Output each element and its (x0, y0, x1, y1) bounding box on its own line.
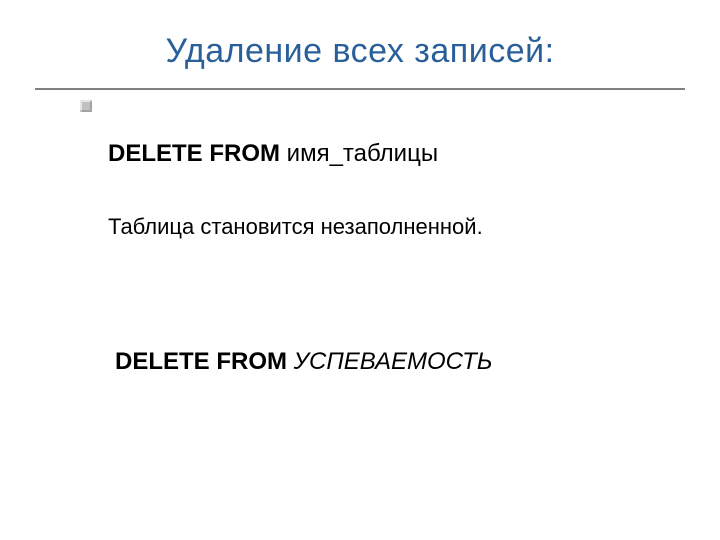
title-area: Удаление всех записей: (0, 32, 720, 71)
horizontal-rule (35, 88, 685, 90)
keyword-delete-from-example: DELETE FROM (115, 348, 287, 375)
example-argument: УСПЕВАЕМОСТЬ (287, 348, 492, 375)
example-line: DELETE FROM УСПЕВАЕМОСТЬ (115, 348, 492, 376)
syntax-line: DELETE FROM имя_таблицы (108, 140, 438, 168)
slide: Удаление всех записей: DELETE FROM имя_т… (0, 0, 720, 540)
bullet-icon (80, 100, 92, 112)
slide-title: Удаление всех записей: (165, 32, 554, 70)
description-line: Таблица становится незаполненной. (108, 214, 483, 240)
keyword-delete-from: DELETE FROM (108, 140, 280, 167)
syntax-argument: имя_таблицы (280, 140, 438, 167)
